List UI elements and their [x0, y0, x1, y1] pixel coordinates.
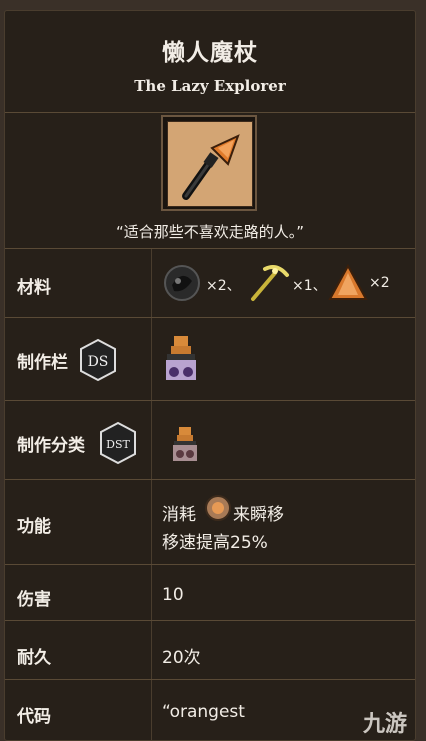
durability-row: 耐久 20次	[5, 621, 415, 679]
golden-pickaxe-icon	[251, 265, 289, 301]
item-portrait	[161, 115, 257, 211]
function-text-before: 消耗	[162, 505, 196, 525]
item-quote: “适合那些不喜欢走路的人。”	[115, 223, 305, 241]
ancient-altar-icon	[166, 336, 196, 380]
recipe-label: 材料	[17, 278, 51, 298]
svg-text:DST: DST	[106, 438, 130, 451]
damage-label: 伤害	[17, 590, 51, 610]
code-label: 代码	[17, 707, 51, 727]
ancient-altar-small-icon	[173, 427, 197, 461]
divider	[5, 112, 415, 113]
durability-label: 耐久	[17, 648, 51, 668]
damage-value: 10	[162, 585, 184, 605]
craft-category-label: 制作分类	[17, 436, 85, 456]
craft-tab-row: 制作栏 DS	[5, 318, 415, 400]
function-label: 功能	[17, 517, 51, 537]
dst-badge-icon: DST	[100, 421, 136, 465]
craft-category-row: 制作分类 DST	[5, 401, 415, 479]
recipe-row: 材料 ×2、 ×1、 ×2	[5, 249, 415, 317]
craft-tab-label: 制作栏	[17, 353, 68, 373]
svg-text:DS: DS	[88, 354, 109, 370]
function-row: 功能 消耗 来瞬移 移速提高25%	[5, 480, 415, 564]
orange-gem-icon	[328, 263, 368, 300]
damage-row: 伤害 10	[5, 565, 415, 620]
ds-badge-icon: DS	[80, 338, 116, 382]
item-card: 懒人魔杖 The Lazy Explorer “适合那些不喜欢走路的人。” 材料…	[4, 10, 416, 741]
code-row: 代码 “orangest	[5, 680, 415, 740]
code-value: “orangest	[162, 702, 245, 722]
item-english-title: The Lazy Explorer	[134, 77, 286, 95]
orange-amulet-icon	[205, 495, 231, 521]
ingredient-count: ×2、	[206, 278, 241, 294]
function-text-after: 来瞬移	[233, 505, 284, 525]
ingredient-count: ×1、	[292, 278, 327, 294]
function-speed-text: 移速提高25%	[162, 533, 268, 553]
nightmare-fuel-icon	[164, 265, 200, 301]
ingredient-count: ×2	[369, 275, 390, 291]
durability-value: 20次	[162, 648, 201, 668]
item-title: 懒人魔杖	[162, 40, 258, 66]
watermark-logo: 九游	[362, 712, 407, 737]
lazy-explorer-staff-icon	[168, 122, 252, 206]
